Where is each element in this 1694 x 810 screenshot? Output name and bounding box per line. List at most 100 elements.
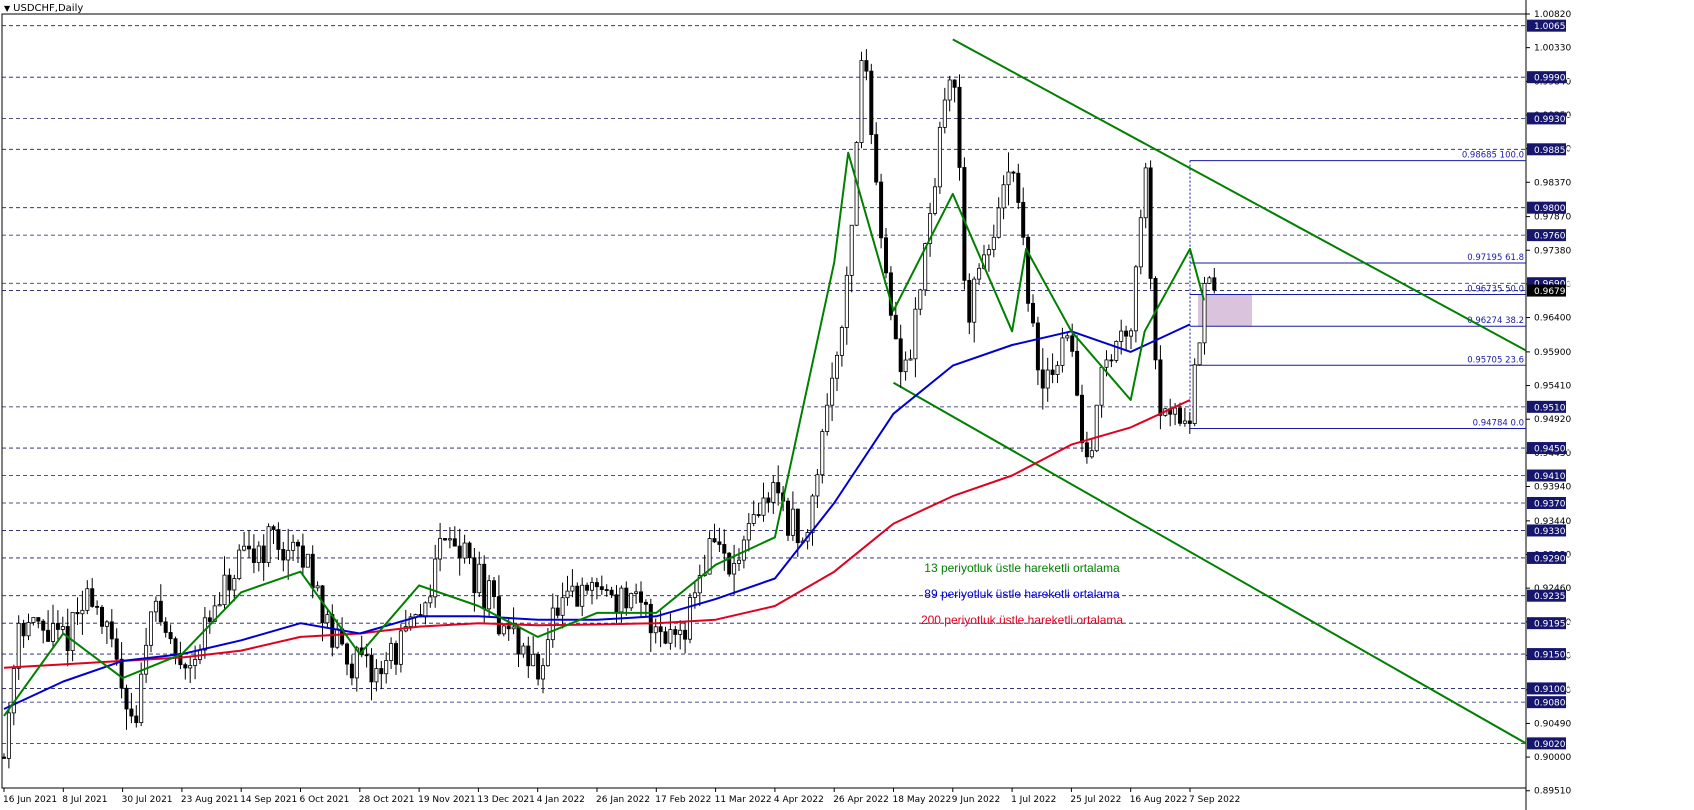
candle-up — [1055, 364, 1060, 375]
chart-window[interactable]: ▼ USDCHF,Daily 0.98685 100.0 0.97195 61.8… — [0, 0, 1694, 810]
candle-down — [467, 542, 472, 559]
candle-up — [678, 629, 683, 635]
candle-down — [21, 622, 26, 637]
candle-down — [41, 620, 46, 631]
candle-down — [673, 629, 678, 635]
candle-down — [1040, 369, 1045, 389]
candle-up — [26, 622, 31, 637]
candle-up — [1173, 407, 1178, 415]
candle-up — [6, 712, 11, 759]
ema89-line — [3, 323, 1191, 710]
candle-up — [256, 545, 261, 563]
candle-up — [580, 584, 585, 607]
candle-up — [153, 600, 158, 613]
candle-down — [712, 538, 717, 543]
candle-up — [1114, 341, 1119, 361]
candle-down — [457, 545, 462, 559]
candle-up — [85, 588, 90, 611]
candle-up — [286, 549, 291, 561]
candle-down — [330, 614, 335, 648]
candle-down — [663, 631, 668, 644]
date-tick-label: 26 Jan 2022 — [596, 795, 650, 805]
ema200-line — [3, 399, 1191, 669]
price-level-badge-label: 0.94500 — [1534, 445, 1571, 455]
price-level-badge-label: 0.97600 — [1534, 232, 1571, 242]
candle-up — [237, 549, 242, 579]
candle-up — [668, 629, 673, 644]
candle-down — [898, 338, 903, 373]
candle-up — [51, 623, 56, 642]
fibonacci-levels: 0.98685 100.0 0.97195 61.8 0.96735 50.0 0.9… — [1189, 151, 1526, 430]
candle-down — [90, 588, 95, 607]
candle-down — [756, 514, 761, 516]
date-tick-label: 4 Apr 2022 — [774, 795, 824, 805]
date-tick-label: 14 Sep 2021 — [240, 795, 297, 805]
candle-down — [1212, 277, 1217, 291]
candle-up — [511, 626, 516, 630]
candle-down — [1080, 394, 1085, 444]
candle-up — [991, 236, 996, 250]
candle-down — [624, 587, 629, 609]
candle-down — [281, 549, 286, 561]
price-tick-label: 0.93940 — [1534, 483, 1571, 493]
candle-up — [810, 495, 815, 533]
candle-up — [565, 590, 570, 599]
price-level-badge-label: 1.00650 — [1534, 22, 1571, 32]
date-tick-label: 18 May 2022 — [893, 795, 952, 805]
date-tick-label: 8 Jul 2021 — [62, 795, 107, 805]
candle-down — [722, 544, 727, 554]
fib-label: 0.97195 61.8 — [1467, 253, 1524, 263]
candle-up — [619, 587, 624, 613]
candle-up — [462, 542, 467, 559]
legend: 13 periyotluk üstle hareketli ortalama 89… — [921, 561, 1123, 627]
candle-up — [193, 659, 198, 666]
candle-up — [545, 639, 550, 667]
candle-down — [379, 668, 384, 675]
candle-down — [75, 612, 80, 615]
candle-down — [1158, 359, 1163, 416]
candle-up — [977, 267, 982, 280]
candle-up — [1099, 366, 1104, 406]
candle-down — [879, 181, 884, 239]
candle-down — [1084, 442, 1089, 458]
plot-frame — [1, 13, 1527, 789]
candle-down — [344, 643, 349, 665]
candle-down — [349, 663, 354, 679]
candle-down — [158, 600, 163, 623]
candle-down — [261, 545, 266, 563]
candle-up — [1006, 171, 1011, 186]
date-tick-label: 6 Oct 2021 — [300, 795, 350, 805]
candle-up — [531, 653, 536, 667]
price-level-badge-label: 0.91500 — [1534, 651, 1571, 661]
candle-down — [109, 621, 114, 640]
candle-up — [972, 278, 977, 323]
candle-down — [36, 617, 41, 622]
candle-up — [1133, 266, 1138, 332]
candle-up — [148, 611, 153, 646]
price-chart[interactable]: 0.98685 100.0 0.97195 61.8 0.96735 50.0 0.9… — [0, 0, 1694, 810]
candle-up — [1065, 335, 1070, 339]
fib-label: 0.96735 50.0 — [1467, 285, 1524, 295]
candle-up — [60, 626, 65, 630]
candle-up — [761, 497, 766, 516]
candle-down — [364, 654, 369, 657]
candle-down — [727, 552, 732, 575]
candle-down — [555, 607, 560, 616]
candle-down — [46, 629, 51, 642]
price-level-badge-label: 0.96793 — [1534, 287, 1571, 297]
candle-down — [271, 526, 276, 530]
candle-down — [173, 638, 178, 654]
candle-up — [947, 79, 952, 101]
candle-up — [80, 609, 85, 615]
candle-up — [1094, 404, 1099, 452]
candle-up — [447, 538, 452, 541]
candle-down — [594, 582, 599, 588]
candle-up — [1182, 420, 1187, 424]
candle-up — [550, 607, 555, 641]
price-level-badge-label: 0.93300 — [1534, 527, 1571, 537]
candle-up — [560, 597, 565, 616]
candle-up — [1192, 364, 1197, 424]
candle-down — [251, 548, 256, 563]
candle-down — [295, 541, 300, 547]
candle-up — [1207, 277, 1212, 284]
